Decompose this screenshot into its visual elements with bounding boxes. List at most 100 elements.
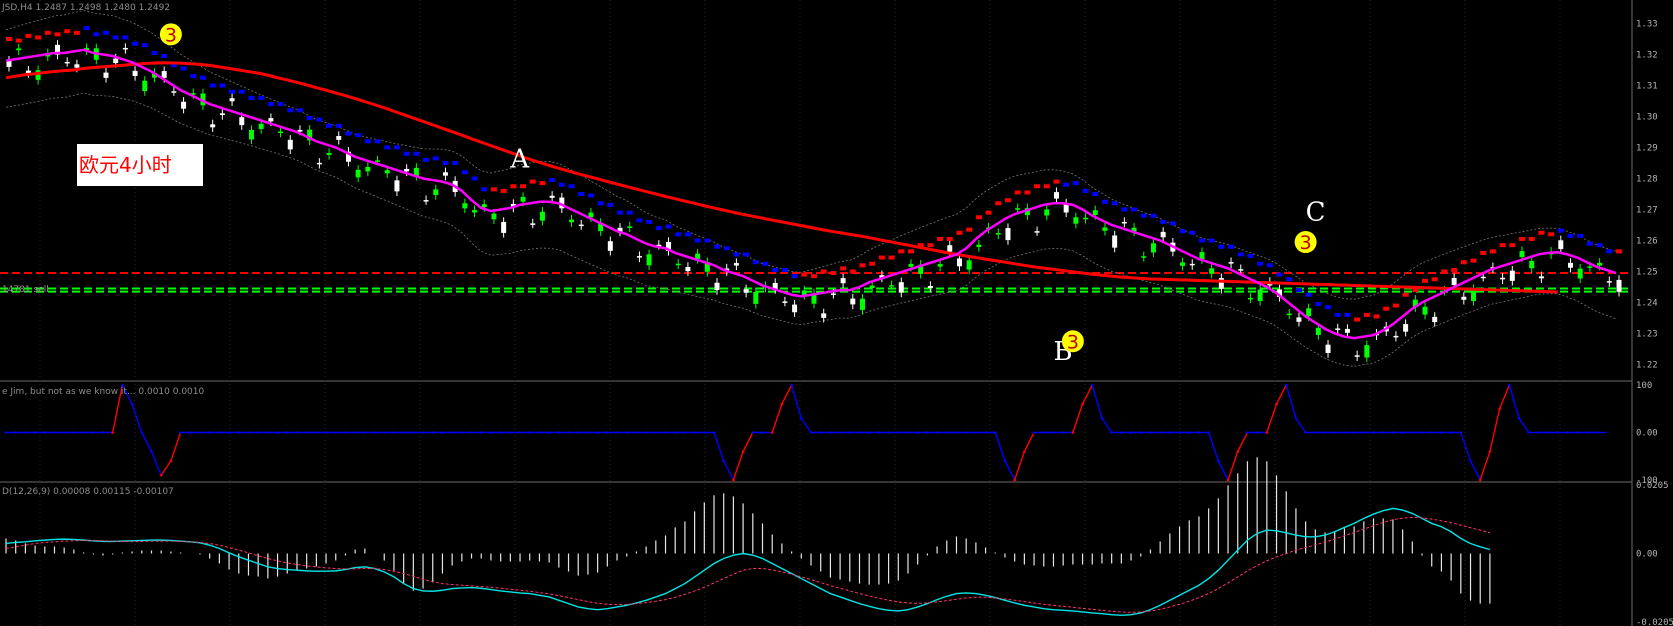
trail-stop-mark: [1470, 258, 1477, 263]
trail-stop-mark: [132, 41, 139, 46]
price-axis-label: 1.33: [1636, 20, 1658, 30]
candle-body: [1034, 231, 1040, 233]
oscillator-point: [159, 473, 163, 477]
candle-body: [404, 168, 410, 172]
oscillator-segment: [1275, 384, 1287, 405]
trail-stop-mark: [646, 219, 653, 224]
candle-body: [869, 285, 875, 288]
trail-stop-mark: [296, 108, 303, 113]
wave-marker-label: 3: [165, 24, 177, 46]
oscillator-segment: [131, 403, 143, 433]
oscillator-segment: [1285, 384, 1297, 419]
oscillator-point: [761, 431, 764, 434]
trail-stop-mark: [684, 232, 691, 237]
oscillator-segment: [1014, 451, 1026, 481]
trail-stop-mark: [723, 246, 730, 251]
candle-body: [821, 313, 827, 318]
price-axis-label: 1.22: [1636, 361, 1658, 371]
indicator-pane-1[interactable]: [4, 383, 1607, 482]
oscillator-point: [460, 431, 464, 434]
candle-body: [1044, 209, 1050, 216]
candle-body: [336, 136, 342, 140]
trail-stop-mark: [1431, 277, 1438, 282]
oscillator-point: [528, 431, 532, 434]
oscillator-point: [1236, 450, 1240, 453]
oscillator-point: [703, 431, 706, 434]
oscillator-point: [91, 431, 95, 434]
price-axis-label: 1.27: [1636, 206, 1658, 216]
trail-stop-mark: [539, 181, 546, 186]
oscillator-point: [188, 431, 192, 434]
candle-body: [1432, 316, 1438, 323]
oscillator-point: [896, 431, 900, 434]
oscillator-point: [43, 431, 47, 434]
trail-stop-mark: [1169, 221, 1176, 226]
trail-stop-mark: [267, 102, 274, 107]
oscillator-point: [1129, 431, 1133, 434]
candle-body: [947, 245, 953, 252]
trail-stop-mark: [1567, 233, 1574, 238]
oscillator-segment: [1237, 432, 1249, 452]
candle-body: [384, 170, 390, 174]
trail-stop-mark: [1422, 278, 1429, 283]
trail-stop-mark: [617, 210, 624, 215]
trail-stop-mark: [1577, 233, 1584, 238]
oscillator-point: [1430, 431, 1434, 434]
oscillator-point: [615, 431, 619, 434]
oscillator-segment: [1072, 403, 1084, 433]
candle-body: [1247, 297, 1253, 300]
candle-body: [239, 117, 245, 126]
candle-body: [132, 70, 138, 76]
trail-stop-mark: [1043, 184, 1050, 189]
oscillator-point: [1178, 431, 1181, 434]
oscillator-segment: [771, 403, 783, 433]
chart-canvas[interactable]: 1.33 1.32 1.31 1.30 1.29 1.28 1.27 1.26 1.25 1.24…: [0, 0, 1673, 626]
trail-stop-mark: [393, 145, 400, 150]
oscillator-point: [421, 431, 425, 434]
oscillator-point: [363, 431, 367, 434]
price-axis-label: 1.31: [1636, 82, 1658, 92]
price-axis-label: 1.29: [1636, 144, 1658, 154]
oscillator-point: [683, 431, 687, 434]
trail-stop-mark: [1053, 179, 1060, 184]
oscillator-point: [179, 431, 182, 434]
candle-body: [1403, 324, 1409, 332]
oscillator-point: [1275, 402, 1278, 406]
trail-stop-mark: [665, 224, 672, 229]
candle-body: [792, 304, 798, 313]
trail-stop-mark: [520, 184, 527, 189]
oscillator-segment: [1227, 451, 1239, 481]
candle-body: [733, 263, 739, 266]
candle-body: [1471, 289, 1477, 301]
oscillator-point: [829, 431, 832, 434]
candle-body: [1315, 327, 1321, 335]
main-price-pane[interactable]: [0, 9, 1630, 367]
oscillator-point: [1139, 431, 1143, 434]
candle-body: [1587, 266, 1593, 268]
oscillator-point: [547, 431, 551, 434]
oscillator-point: [1081, 402, 1084, 406]
oscillator-segment: [790, 384, 802, 419]
oscillator-segment: [713, 432, 725, 462]
oscillator-point: [256, 431, 260, 434]
macd-pane[interactable]: [5, 457, 1491, 617]
trail-stop-mark: [1092, 192, 1099, 196]
oscillator-segment: [1101, 417, 1113, 433]
trail-stop-mark: [1499, 243, 1506, 248]
candle-body: [1112, 235, 1118, 248]
trail-stop-mark: [1344, 312, 1351, 317]
trail-stop-mark: [1063, 182, 1070, 187]
candle-body: [1209, 268, 1215, 274]
oscillator-segment: [732, 451, 744, 481]
candle-body: [355, 169, 361, 178]
trail-stop-mark: [452, 161, 459, 165]
trail-stop-mark: [355, 133, 362, 138]
candle-body: [1306, 308, 1312, 317]
trail-stop-mark: [1179, 229, 1186, 234]
oscillator-point: [111, 431, 114, 434]
candle-body: [859, 298, 865, 310]
trail-stop-mark: [1528, 236, 1535, 241]
oscillator-point: [1090, 383, 1094, 387]
oscillator-point: [1352, 431, 1356, 434]
oscillator-point: [644, 431, 648, 434]
